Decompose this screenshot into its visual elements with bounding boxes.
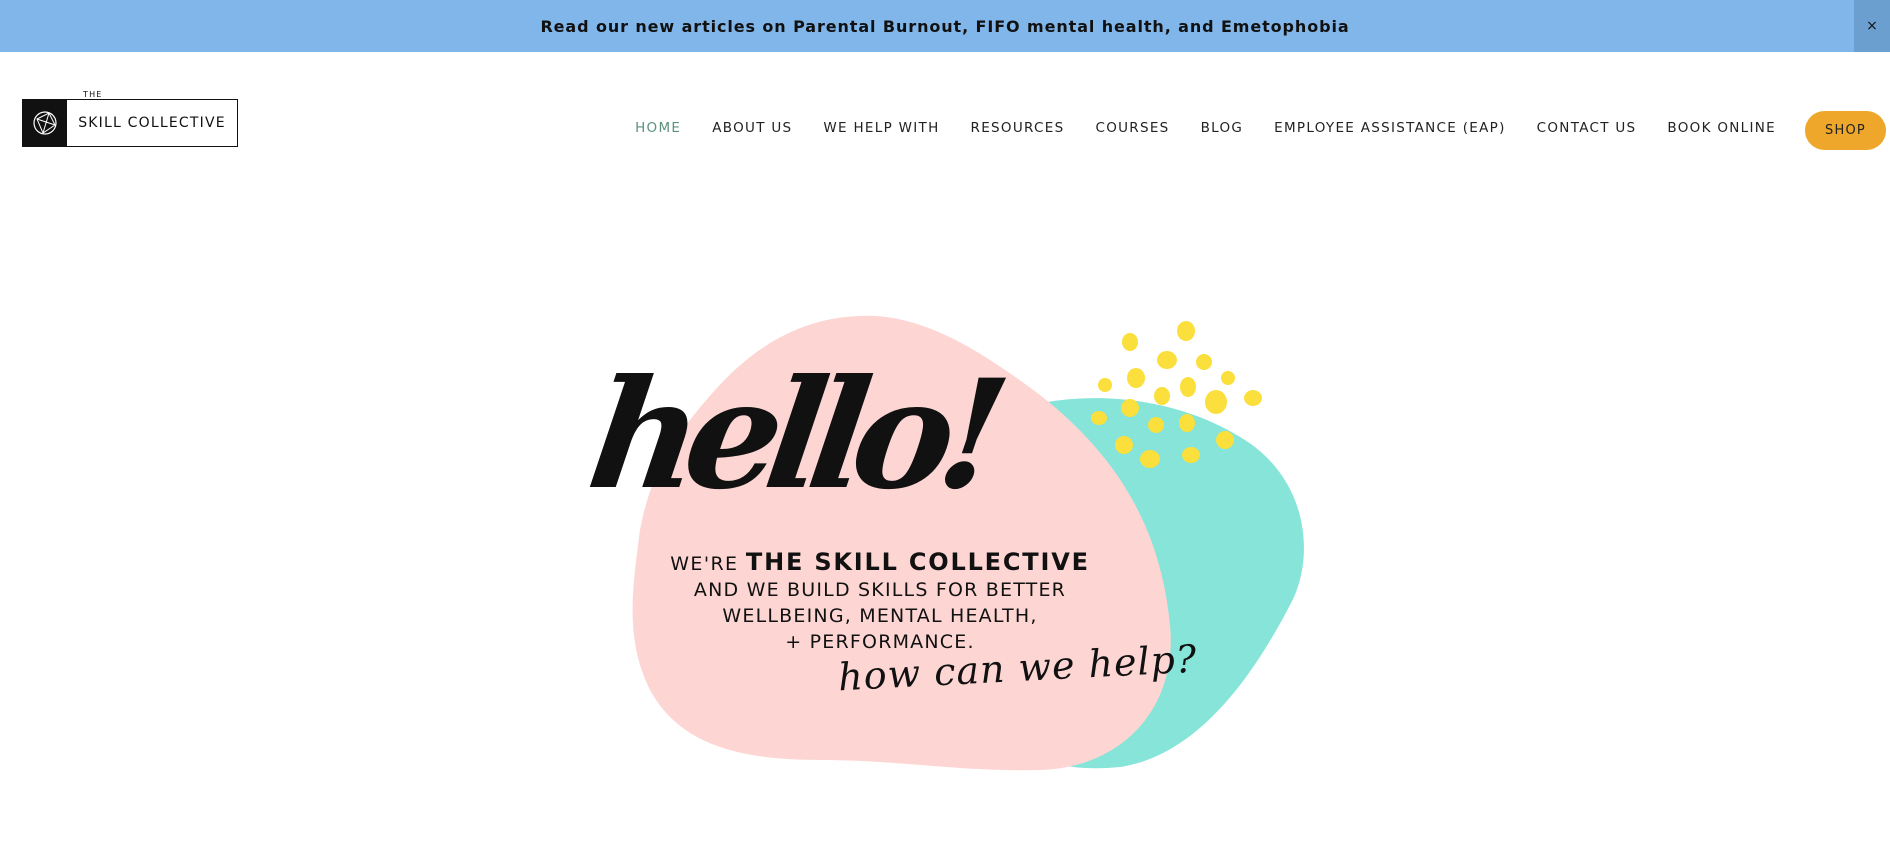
tagline-lead: WE'RE [670,553,739,575]
tagline-line-2: AND WE BUILD SKILLS FOR BETTER [693,579,1067,601]
hero-tagline: WE'RE THE SKILL COLLECTIVE AND WE BUILD … [640,548,1120,654]
tagline-brand: THE SKILL COLLECTIVE [745,548,1090,576]
hello-heading: hello! [579,347,1005,523]
hero-section: hello! WE'RE THE SKILL COLLECTIVE AND WE… [0,0,1890,855]
tagline-line-1: WE'RE THE SKILL COLLECTIVE [640,548,1120,576]
tagline-line-3: WELLBEING, MENTAL HEALTH, [722,605,1038,627]
